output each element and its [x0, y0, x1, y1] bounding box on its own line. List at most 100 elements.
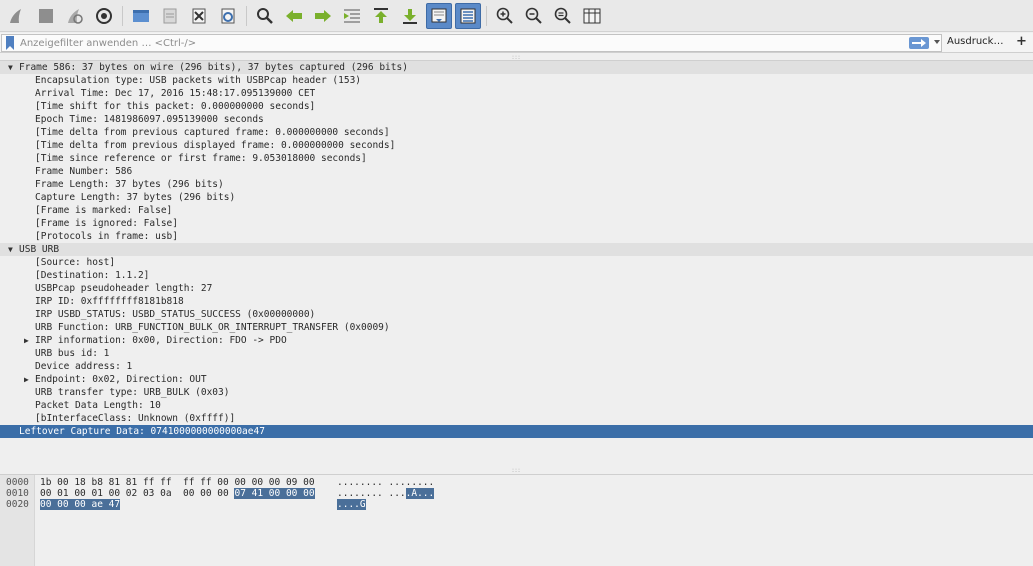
- tree-field-row[interactable]: Arrival Time: Dec 17, 2016 15:48:17.0951…: [0, 87, 1033, 100]
- tree-row-text: Packet Data Length: 10: [35, 400, 161, 411]
- splitter-handle-bottom[interactable]: :::: [0, 467, 1033, 474]
- display-filter-field[interactable]: [1, 34, 942, 52]
- hex-bytes-highlighted[interactable]: 07 41 00 00 00: [234, 488, 315, 499]
- collapsed-arrow-icon[interactable]: ▶: [24, 373, 29, 386]
- tree-row-text: [Frame is ignored: False]: [35, 218, 178, 229]
- tree-field-row[interactable]: IRP ID: 0xffffffff8181b818: [0, 295, 1033, 308]
- tree-row-text: USB URB: [19, 244, 60, 255]
- bookmark-icon[interactable]: [5, 36, 15, 50]
- tree-field-row[interactable]: [Time since reference or first frame: 9.…: [0, 152, 1033, 165]
- tree-field-row[interactable]: [Destination: 1.1.2]: [0, 269, 1033, 282]
- ascii-bytes-highlighted[interactable]: .A...: [405, 488, 435, 499]
- tree-field-row[interactable]: [Time shift for this packet: 0.000000000…: [0, 100, 1033, 113]
- tree-field-row[interactable]: [Time delta from previous displayed fram…: [0, 139, 1033, 152]
- save-file-icon: [163, 8, 177, 23]
- tree-field-row[interactable]: [Source: host]: [0, 256, 1033, 269]
- apply-filter-button[interactable]: [909, 37, 929, 49]
- tree-field-row[interactable]: URB transfer type: URB_BULK (0x03): [0, 386, 1033, 399]
- filter-history-dropdown[interactable]: [934, 40, 940, 44]
- ascii-bytes: ........ ........: [337, 477, 434, 488]
- tree-field-row[interactable]: Encapsulation type: USB packets with USB…: [0, 74, 1033, 87]
- colorize-icon: [460, 8, 476, 23]
- tree-field-row[interactable]: IRP USBD_STATUS: USBD_STATUS_SUCCESS (0x…: [0, 308, 1033, 321]
- expanded-arrow-icon[interactable]: ▼: [8, 61, 13, 74]
- packet-bytes-pane[interactable]: 0000 1b 00 18 b8 81 81 ff ff ff ff 00 00 …: [0, 474, 1033, 566]
- hex-bytes: 1b 00 18 b8 81 81 ff ff ff ff 00 00 00 0…: [40, 477, 315, 488]
- tree-row-text: Leftover Capture Data: 0741000000000000a…: [19, 426, 265, 437]
- tree-section-row[interactable]: ▼ Frame 586: 37 bytes on wire (296 bits),…: [0, 61, 1033, 74]
- close-file-button[interactable]: [186, 3, 212, 29]
- tree-field-row[interactable]: Device address: 1: [0, 360, 1033, 373]
- find-button[interactable]: [252, 3, 278, 29]
- tree-field-row[interactable]: Frame Number: 586: [0, 165, 1033, 178]
- toolbar-separator: [246, 5, 247, 26]
- tree-section-row[interactable]: ▼ USB URB: [0, 243, 1033, 256]
- tree-field-row[interactable]: URB Function: URB_FUNCTION_BULK_OR_INTER…: [0, 321, 1033, 334]
- stop-button[interactable]: [33, 3, 59, 29]
- hex-bytes-highlighted[interactable]: 00 00 00 ae 47: [40, 499, 121, 510]
- zoom-out-button[interactable]: [521, 3, 547, 29]
- tree-field-row[interactable]: USBPcap pseudoheader length: 27: [0, 282, 1033, 295]
- collapsed-arrow-icon[interactable]: ▶: [24, 334, 29, 347]
- packet-details-pane[interactable]: ▼ Frame 586: 37 bytes on wire (296 bits),…: [0, 60, 1033, 468]
- go-to-packet-button[interactable]: [339, 3, 365, 29]
- tree-row-text: [Protocols in frame: usb]: [35, 231, 178, 242]
- go-back-button[interactable]: [281, 3, 307, 29]
- tree-row-text: IRP ID: 0xffffffff8181b818: [35, 296, 184, 307]
- find-icon: [257, 7, 273, 24]
- reload-button[interactable]: [215, 3, 241, 29]
- tree-field-row[interactable]: [Time delta from previous captured frame…: [0, 126, 1033, 139]
- tree-field-row[interactable]: ▶ Endpoint: 0x02, Direction: OUT: [0, 373, 1033, 386]
- zoom-normal-button[interactable]: [550, 3, 576, 29]
- go-forward-button[interactable]: [310, 3, 336, 29]
- expanded-arrow-icon[interactable]: ▼: [8, 243, 13, 256]
- tree-row-text: [Destination: 1.1.2]: [35, 270, 150, 281]
- tree-field-row[interactable]: Packet Data Length: 10: [0, 399, 1033, 412]
- open-file-button[interactable]: [128, 3, 154, 29]
- shark-fin-start-icon: [10, 8, 21, 23]
- tree-row-text: [bInterfaceClass: Unknown (0xffff)]: [35, 413, 236, 424]
- autoscroll-button[interactable]: [426, 2, 452, 29]
- tree-field-row[interactable]: [bInterfaceClass: Unknown (0xffff)]: [0, 412, 1033, 425]
- restart-button[interactable]: [62, 3, 88, 29]
- ascii-bytes-highlighted[interactable]: ....G: [337, 499, 366, 510]
- open-file-icon: [133, 9, 149, 22]
- save-file-button[interactable]: [157, 3, 183, 29]
- go-first-button[interactable]: [368, 3, 394, 29]
- tree-field-row[interactable]: URB bus id: 1: [0, 347, 1033, 360]
- hex-bytes-plain: 00 01 00 01 00 02 03 0a 00 00 00: [40, 488, 235, 499]
- expression-button[interactable]: Ausdruck…: [947, 36, 1003, 47]
- zoom-in-button[interactable]: [492, 3, 518, 29]
- add-filter-button[interactable]: +: [1016, 34, 1027, 49]
- tree-field-row[interactable]: ▶ IRP information: 0x00, Direction: FDO -…: [0, 334, 1033, 347]
- tree-field-row[interactable]: [Frame is ignored: False]: [0, 217, 1033, 230]
- tree-field-row[interactable]: [Protocols in frame: usb]: [0, 230, 1033, 243]
- display-filter-bar: Ausdruck… +: [0, 33, 1033, 53]
- tree-row-text: Frame Number: 586: [35, 166, 133, 177]
- tree-row-text: Encapsulation type: USB packets with USB…: [35, 75, 362, 86]
- byte-offset: 0020: [6, 499, 29, 510]
- tree-field-row[interactable]: Frame Length: 37 bytes (296 bits): [0, 178, 1033, 191]
- resize-columns-icon: [583, 8, 601, 23]
- tree-row-text: URB bus id: 1: [35, 348, 110, 359]
- display-filter-input[interactable]: [20, 37, 900, 49]
- tree-row-text: Epoch Time: 1481986097.095139000 seconds: [35, 114, 264, 125]
- capture-options-button[interactable]: [91, 3, 117, 29]
- hex-bytes: 00 00 00 ae 47: [40, 499, 121, 510]
- tree-field-row[interactable]: Epoch Time: 1481986097.095139000 seconds: [0, 113, 1033, 126]
- stop-icon: [39, 8, 53, 23]
- tree-field-row[interactable]: [Frame is marked: False]: [0, 204, 1033, 217]
- byte-offset: 0010: [6, 488, 29, 499]
- go-first-icon: [374, 7, 388, 23]
- tree-row-text: Endpoint: 0x02, Direction: OUT: [35, 374, 207, 385]
- shark-fin-start-button[interactable]: [4, 3, 30, 29]
- zoom-normal-icon: [554, 7, 571, 24]
- main-toolbar: [0, 0, 1033, 32]
- go-last-button[interactable]: [397, 3, 423, 29]
- hex-bytes: 00 01 00 01 00 02 03 0a 00 00 00 07 41 0…: [40, 488, 315, 499]
- resize-columns-button[interactable]: [579, 3, 605, 29]
- tree-row-text: [Time shift for this packet: 0.000000000…: [35, 101, 316, 112]
- colorize-button[interactable]: [455, 2, 481, 29]
- tree-field-row[interactable]: Capture Length: 37 bytes (296 bits): [0, 191, 1033, 204]
- tree-section-row[interactable]: Leftover Capture Data: 0741000000000000a…: [0, 425, 1033, 438]
